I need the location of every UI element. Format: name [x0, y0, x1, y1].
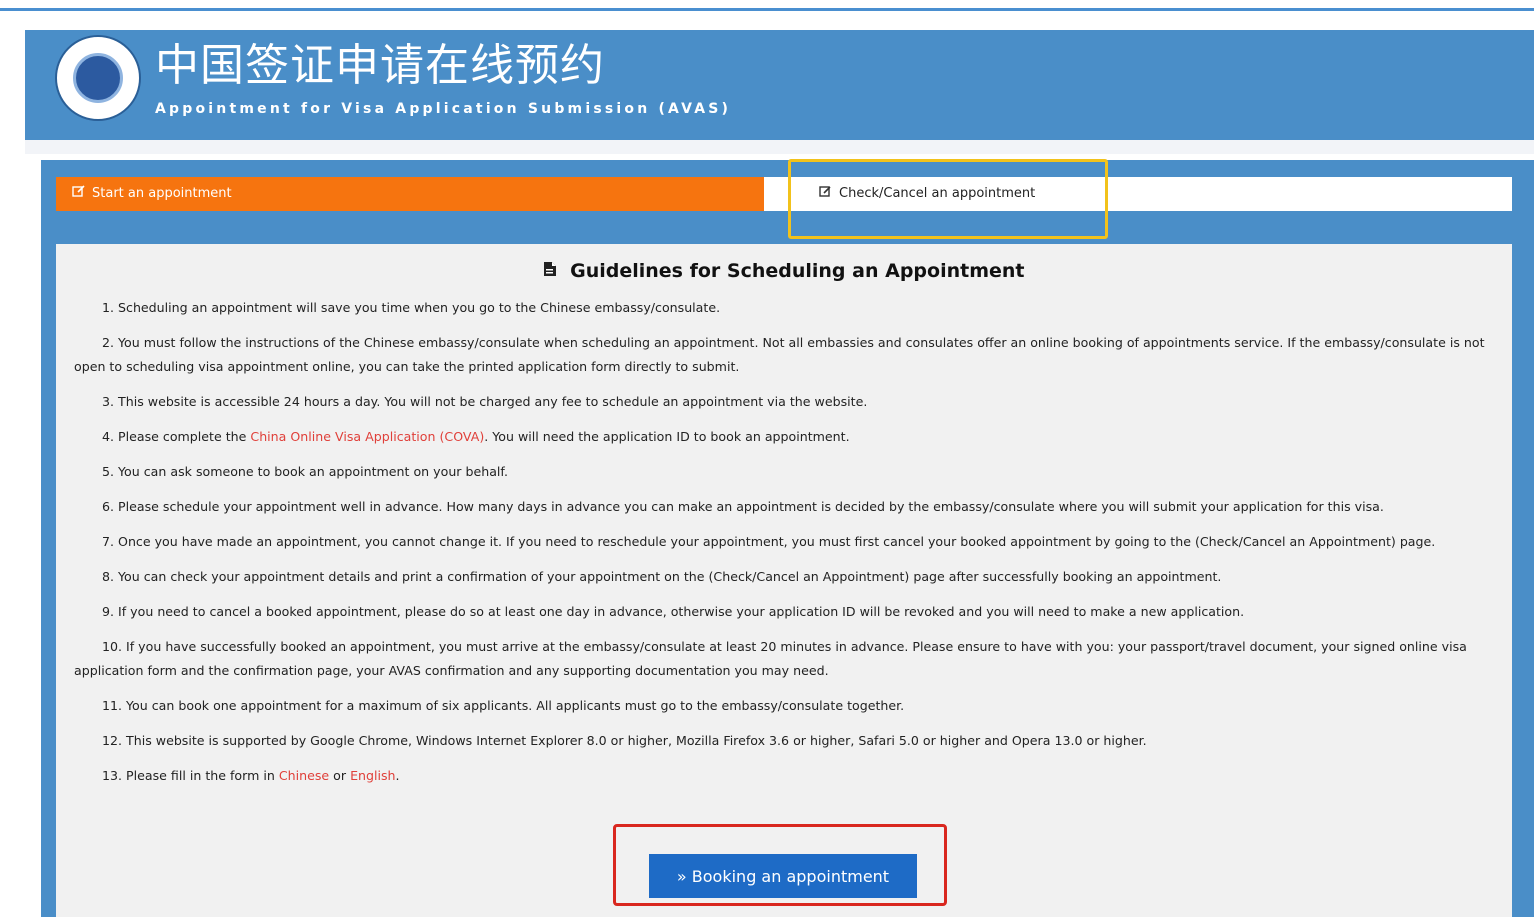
item-number: 3. [102, 394, 115, 409]
english-link[interactable]: English [350, 768, 395, 783]
list-item: 1. Scheduling an appointment will save yo… [74, 296, 1499, 320]
item-number: 11. [102, 698, 123, 713]
item-text: You can check your appointment details a… [118, 569, 1222, 584]
list-item: 3. This website is accessible 24 hours a … [74, 390, 1499, 414]
list-item: 11. You can book one appointment for a ma… [74, 694, 1499, 718]
item-number: 9. [102, 604, 115, 619]
tab-content-bar [56, 211, 1512, 244]
item-text: Please complete the [118, 429, 251, 444]
tab-bar: Start an appointment Check/Cancel an app… [56, 177, 1512, 211]
item-text: You can book one appointment for a maxim… [126, 698, 905, 713]
list-item: 10. If you have successfully booked an ap… [74, 635, 1499, 683]
edit-icon [72, 177, 86, 211]
list-item: 5. You can ask someone to book an appoint… [74, 460, 1499, 484]
item-text: If you have successfully booked an appoi… [74, 639, 1467, 678]
header-separator [25, 140, 1534, 154]
item-text: Please fill in the form in [126, 768, 279, 783]
booking-highlight: » Booking an appointment [613, 824, 947, 906]
list-item: 6. Please schedule your appointment well … [74, 495, 1499, 519]
item-number: 7. [102, 534, 115, 549]
item-text: This website is supported by Google Chro… [126, 733, 1147, 748]
edit-box-icon [819, 177, 833, 211]
list-item: 12. This website is supported by Google C… [74, 729, 1499, 753]
item-number: 12. [102, 733, 123, 748]
item-number: 6. [102, 499, 115, 514]
guidelines-panel: Guidelines for Scheduling an Appointment… [56, 244, 1512, 917]
booking-appointment-button[interactable]: » Booking an appointment [649, 854, 917, 898]
seal-emblem [73, 53, 123, 103]
list-item: 8. You can check your appointment details… [74, 565, 1499, 589]
item-number: 13. [102, 768, 123, 783]
item-text: Once you have made an appointment, you c… [118, 534, 1436, 549]
item-text: If you need to cancel a booked appointme… [118, 604, 1245, 619]
guidelines-list: 1. Scheduling an appointment will save yo… [74, 296, 1499, 799]
item-number: 8. [102, 569, 115, 584]
top-divider [0, 8, 1534, 11]
guidelines-title: Guidelines for Scheduling an Appointment [56, 260, 1512, 282]
item-text: . [395, 768, 400, 783]
list-item: 2. You must follow the instructions of th… [74, 331, 1499, 379]
item-text: Scheduling an appointment will save you … [118, 300, 721, 315]
cova-link[interactable]: China Online Visa Application (COVA) [250, 429, 484, 444]
site-subtitle: Appointment for Visa Application Submiss… [155, 101, 732, 117]
site-title: 中国签证申请在线预约 [155, 40, 605, 91]
tab-check-cancel-appointment[interactable]: Check/Cancel an appointment [764, 177, 1512, 211]
item-text: You must follow the instructions of the … [74, 335, 1485, 374]
consular-seal-logo [55, 35, 141, 121]
item-number: 2. [102, 335, 115, 350]
item-text: or [329, 768, 351, 783]
document-icon [543, 260, 564, 282]
chinese-link[interactable]: Chinese [279, 768, 329, 783]
list-item: 9. If you need to cancel a booked appoint… [74, 600, 1499, 624]
tab-check-label: Check/Cancel an appointment [839, 186, 1036, 201]
item-text: Please schedule your appointment well in… [118, 499, 1384, 514]
list-item: 4. Please complete the China Online Visa … [74, 425, 1499, 449]
list-item: 7. Once you have made an appointment, you… [74, 530, 1499, 554]
main-panel: Start an appointment Check/Cancel an app… [41, 160, 1534, 917]
tab-start-label: Start an appointment [92, 186, 232, 201]
item-number: 5. [102, 464, 115, 479]
item-number: 10. [102, 639, 123, 654]
site-header: 中国签证申请在线预约 Appointment for Visa Applicat… [25, 30, 1534, 140]
item-number: 4. [102, 429, 115, 444]
item-text: . You will need the application ID to bo… [484, 429, 850, 444]
item-number: 1. [102, 300, 115, 315]
item-text: This website is accessible 24 hours a da… [118, 394, 868, 409]
tab-start-appointment[interactable]: Start an appointment [56, 177, 764, 211]
guidelines-title-text: Guidelines for Scheduling an Appointment [570, 260, 1025, 282]
item-text: You can ask someone to book an appointme… [118, 464, 508, 479]
list-item: 13. Please fill in the form in Chinese or… [74, 764, 1499, 788]
